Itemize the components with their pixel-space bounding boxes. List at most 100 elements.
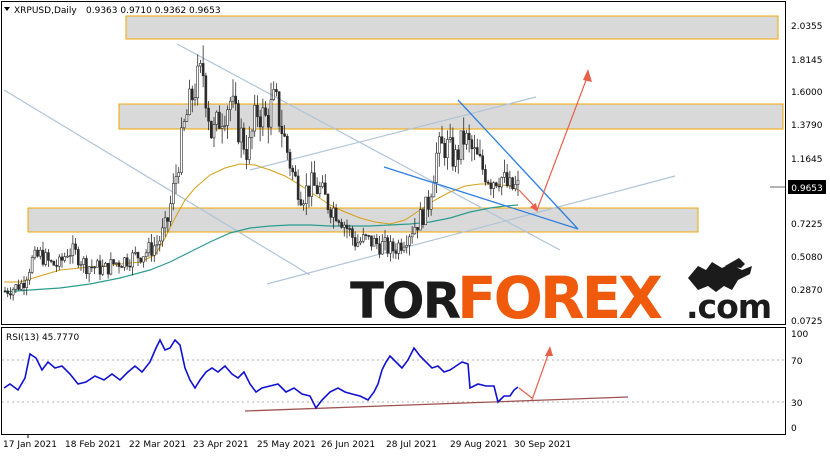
candle-body[interactable] xyxy=(215,111,219,125)
candle-body[interactable] xyxy=(326,194,330,211)
candle-body[interactable] xyxy=(47,252,50,261)
candle-body[interactable] xyxy=(345,224,349,229)
candle-body[interactable] xyxy=(307,185,311,197)
candle-body[interactable] xyxy=(492,182,495,189)
candle-body[interactable] xyxy=(351,228,354,238)
candle-body[interactable] xyxy=(321,182,324,187)
candle-body[interactable] xyxy=(57,256,61,267)
candle-body[interactable] xyxy=(408,236,411,246)
candle-body[interactable] xyxy=(209,120,213,139)
candle-body[interactable] xyxy=(169,203,172,222)
candle-body[interactable] xyxy=(503,172,506,178)
candle-body[interactable] xyxy=(117,262,121,267)
candle-body[interactable] xyxy=(22,282,26,288)
candle-body[interactable] xyxy=(207,107,210,122)
zone-top[interactable] xyxy=(125,15,779,40)
candle-body[interactable] xyxy=(79,264,83,266)
candle-body[interactable] xyxy=(25,279,29,288)
candle-body[interactable] xyxy=(356,242,360,247)
candle-body[interactable] xyxy=(90,266,94,269)
candle-body[interactable] xyxy=(283,133,286,137)
candle-body[interactable] xyxy=(82,258,86,265)
candle-body[interactable] xyxy=(242,127,246,150)
candle-body[interactable] xyxy=(410,233,414,238)
candle-body[interactable] xyxy=(402,246,406,251)
candle-body[interactable] xyxy=(318,186,322,195)
candle-body[interactable] xyxy=(310,172,314,197)
candle-body[interactable] xyxy=(456,149,460,160)
candle-body[interactable] xyxy=(511,177,514,190)
candle-body[interactable] xyxy=(188,88,191,116)
candle-body[interactable] xyxy=(109,259,113,275)
candle-body[interactable] xyxy=(370,235,373,247)
candle-body[interactable] xyxy=(486,181,490,184)
candle-body[interactable] xyxy=(367,235,371,237)
candle-body[interactable] xyxy=(166,217,170,222)
candle-body[interactable] xyxy=(245,149,248,160)
candle-body[interactable] xyxy=(142,256,145,263)
candle-body[interactable] xyxy=(432,182,436,198)
candle-body[interactable] xyxy=(315,185,319,195)
candle-body[interactable] xyxy=(76,249,80,266)
candle-body[interactable] xyxy=(228,100,232,110)
candle-body[interactable] xyxy=(383,237,387,242)
candle-body[interactable] xyxy=(125,257,129,267)
candle-body[interactable] xyxy=(389,241,392,254)
candle-body[interactable] xyxy=(337,220,341,223)
candle-body[interactable] xyxy=(484,169,487,183)
candle-body[interactable] xyxy=(85,258,88,275)
candle-body[interactable] xyxy=(353,237,357,247)
candle-body[interactable] xyxy=(128,265,132,268)
candle-body[interactable] xyxy=(28,272,31,281)
candle-body[interactable] xyxy=(459,130,463,160)
candle-body[interactable] xyxy=(49,260,53,262)
candle-body[interactable] xyxy=(182,121,186,129)
candle-body[interactable] xyxy=(44,252,48,265)
candle-body[interactable] xyxy=(294,171,297,177)
candle-body[interactable] xyxy=(133,252,137,254)
candle-body[interactable] xyxy=(424,196,428,226)
candle-body[interactable] xyxy=(437,136,441,154)
candle-body[interactable] xyxy=(158,240,162,245)
candle-body[interactable] xyxy=(36,249,39,257)
candle-body[interactable] xyxy=(220,125,224,129)
candle-body[interactable] xyxy=(416,227,419,231)
candle-body[interactable] xyxy=(429,196,433,210)
candle-body[interactable] xyxy=(199,63,202,67)
candle-body[interactable] xyxy=(152,245,156,256)
candle-body[interactable] xyxy=(239,127,243,143)
candle-body[interactable] xyxy=(272,89,276,100)
candle-body[interactable] xyxy=(66,255,69,258)
candle-body[interactable] xyxy=(285,135,289,153)
candle-body[interactable] xyxy=(380,241,384,255)
candle-body[interactable] xyxy=(448,137,452,140)
candle-body[interactable] xyxy=(288,152,292,169)
candle-body[interactable] xyxy=(63,256,67,261)
candle-body[interactable] xyxy=(131,252,134,268)
candle-body[interactable] xyxy=(237,103,240,143)
candle-body[interactable] xyxy=(234,95,238,104)
candle-body[interactable] xyxy=(139,257,143,263)
candle-body[interactable] xyxy=(231,95,235,102)
candle-body[interactable] xyxy=(95,260,99,268)
candle-body[interactable] xyxy=(104,263,107,267)
candle-body[interactable] xyxy=(467,132,471,141)
candle-body[interactable] xyxy=(478,153,482,157)
candle-body[interactable] xyxy=(9,293,12,296)
candle-body[interactable] xyxy=(378,243,381,255)
candle-body[interactable] xyxy=(470,139,474,150)
candle-body[interactable] xyxy=(120,266,124,268)
candle-body[interactable] xyxy=(161,227,164,242)
candle-body[interactable] xyxy=(163,217,167,229)
candle-body[interactable] xyxy=(302,203,305,206)
candle-body[interactable] xyxy=(253,104,257,132)
candle-body[interactable] xyxy=(14,284,18,290)
candle-body[interactable] xyxy=(348,228,352,230)
candle-body[interactable] xyxy=(334,207,338,222)
candle-body[interactable] xyxy=(55,264,58,267)
candle-body[interactable] xyxy=(418,209,422,231)
candle-body[interactable] xyxy=(340,222,343,228)
candle-body[interactable] xyxy=(204,75,208,109)
candle-body[interactable] xyxy=(413,227,417,235)
candle-body[interactable] xyxy=(226,109,229,126)
